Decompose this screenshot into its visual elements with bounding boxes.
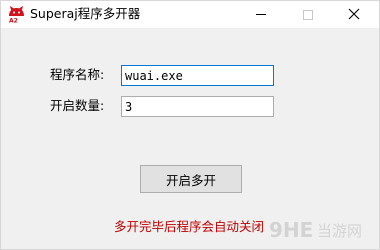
red-cat-logo-icon: A2 xyxy=(7,5,26,25)
minimize-button[interactable] xyxy=(241,1,281,28)
window-title: Superaj程序多开器 xyxy=(30,6,141,21)
minimize-icon xyxy=(256,14,266,15)
close-button[interactable] xyxy=(334,1,374,28)
open-count-label: 开启数量: xyxy=(50,98,105,113)
open-count-input[interactable] xyxy=(121,96,274,117)
svg-text:9HE: 9HE xyxy=(269,218,313,242)
site-watermark-logo: 9HE 当游网 xyxy=(269,215,377,245)
maximize-button[interactable] xyxy=(288,1,328,28)
app-window: A2 Superaj程序多开器 程序名称: 开启数量: 开启多开 多开完毕后程序… xyxy=(0,0,380,250)
svg-text:当游网: 当游网 xyxy=(317,222,362,240)
auto-close-notice: 多开完毕后程序会自动关闭 xyxy=(114,219,265,234)
title-bar[interactable]: A2 Superaj程序多开器 xyxy=(1,1,379,28)
program-name-label: 程序名称: xyxy=(50,67,105,82)
svg-text:A2: A2 xyxy=(9,18,18,24)
program-name-input[interactable] xyxy=(121,65,274,86)
launch-multi-open-button[interactable]: 开启多开 xyxy=(140,165,242,193)
close-icon xyxy=(348,5,360,24)
maximize-icon xyxy=(303,9,313,20)
